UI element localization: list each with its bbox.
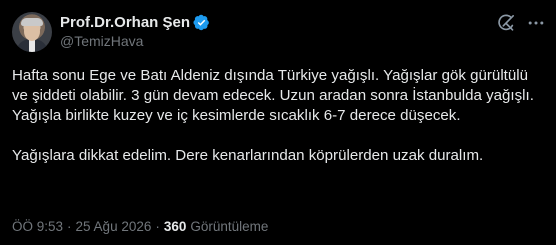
grok-icon[interactable]: [496, 13, 516, 33]
verified-badge-icon[interactable]: [193, 14, 210, 31]
avatar-hair: [21, 18, 43, 26]
tweet-metadata: ÖÖ 9:53 · 25 Ağu 2026 · 360 Görüntüleme: [12, 219, 268, 234]
tweet-date[interactable]: 25 Ağu 2026: [76, 219, 152, 234]
tweet-paragraph: Yağışlara dikkat edelim. Dere kenarların…: [12, 147, 484, 164]
tweet-card: Prof.Dr.Orhan Şen @TemizHava Hafta sonu …: [0, 0, 556, 245]
author-handle[interactable]: @TemizHava: [60, 33, 143, 49]
author-name[interactable]: Prof.Dr.Orhan Şen: [60, 14, 190, 31]
more-options-icon[interactable]: [526, 13, 546, 33]
avatar-shirt: [29, 40, 35, 52]
meta-separator: ·: [155, 219, 160, 234]
tweet-text: Hafta sonu Ege ve Batı Aldeniz dışında T…: [12, 66, 544, 166]
tweet-time[interactable]: ÖÖ 9:53: [12, 219, 63, 234]
author-avatar[interactable]: [12, 12, 52, 52]
views-label: Görüntüleme: [190, 219, 269, 234]
views-count[interactable]: 360: [164, 219, 187, 234]
author-name-row[interactable]: Prof.Dr.Orhan Şen: [60, 13, 210, 32]
tweet-paragraph: Hafta sonu Ege ve Batı Aldeniz dışında T…: [12, 67, 534, 124]
meta-separator: ·: [67, 219, 72, 234]
